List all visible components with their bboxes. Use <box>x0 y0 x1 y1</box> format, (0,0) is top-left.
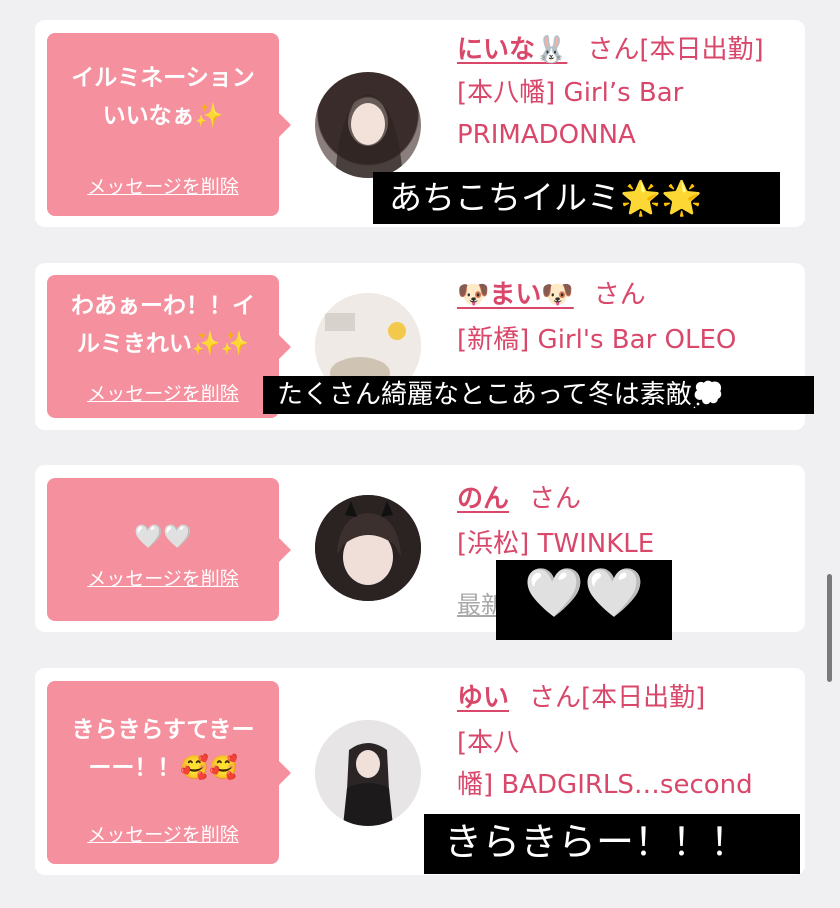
bubble-text-line: きらきらすてきー <box>71 717 255 743</box>
cast-info: 🐶まい🐶 さん [新橋] Girl's Bar OLEO <box>457 275 736 361</box>
shop-name: [本八 <box>457 728 520 758</box>
cast-name-link[interactable]: ゆい <box>457 683 509 713</box>
bubble-text-line: ルミきれい✨✨ <box>76 331 250 357</box>
delete-message-link[interactable]: メッセージを削除 <box>47 564 279 591</box>
status-text: [本日出勤] <box>581 683 706 713</box>
avatar-photo <box>315 495 421 601</box>
cast-name-link[interactable]: にいな🐰 <box>457 35 567 65</box>
cast-info: ゆい さん[本日出勤] [本八 幡] BADGIRLS…second <box>457 678 753 806</box>
bubble-text-line: ーー！！🥰🥰 <box>88 755 238 781</box>
overlay-caption: 🤍🤍 <box>496 560 672 640</box>
overlay-caption: きらきらー！！！ <box>424 814 800 874</box>
shop-name: PRIMADONNA <box>457 120 636 150</box>
cast-name-link[interactable]: のん <box>457 484 509 514</box>
avatar[interactable] <box>315 72 421 178</box>
honorific: さん <box>593 280 646 310</box>
shop-name: [新橋] Girl's Bar OLEO <box>457 325 737 355</box>
avatar-photo <box>335 94 403 178</box>
delete-message-link[interactable]: メッセージを削除 <box>47 820 279 847</box>
avatar[interactable] <box>315 495 421 601</box>
overlay-caption: たくさん綺麗なとこあって冬は素敵💭 <box>263 376 814 414</box>
message-bubble: 🤍🤍 メッセージを削除 <box>47 478 291 621</box>
shop-name: [浜松] TWINKLE <box>457 529 655 559</box>
honorific: さん <box>529 683 582 713</box>
bubble-text-line: いいなぁ✨ <box>102 103 224 129</box>
delete-message-link[interactable]: メッセージを削除 <box>47 379 279 406</box>
avatar[interactable] <box>315 720 421 826</box>
message-bubble: わあぁーわ！！イ ルミきれい✨✨ メッセージを削除 <box>47 275 291 418</box>
bubble-text-line: イルミネーション <box>71 65 255 91</box>
honorific: さん <box>529 484 582 514</box>
message-bubble: きらきらすてきー ーー！！🥰🥰 メッセージを削除 <box>47 681 291 864</box>
scrollbar[interactable] <box>827 574 832 682</box>
status-text: [本日出勤] <box>639 35 764 65</box>
shop-name: 幡] BADGIRLS…second <box>457 770 753 800</box>
cast-name-link[interactable]: 🐶まい🐶 <box>457 280 574 310</box>
delete-message-link[interactable]: メッセージを削除 <box>47 172 279 199</box>
cast-info: にいな🐰 さん[本日出勤] [本八幡] Girl’s Bar PRIMADONNA <box>457 30 764 156</box>
overlay-caption: あちこちイルミ🌟🌟 <box>373 172 780 224</box>
bubble-text-line: 🤍🤍 <box>134 524 192 550</box>
message-card: 🤍🤍 メッセージを削除 のんさん [浜松] TWINKLE 最新の投稿を見る <box>35 465 805 632</box>
avatar-photo <box>315 720 421 826</box>
bubble-text-line: わあぁーわ！！イ <box>71 293 255 319</box>
honorific: さん <box>587 35 640 65</box>
shop-name: [本八幡] Girl’s Bar <box>457 78 684 108</box>
message-bubble: イルミネーション いいなぁ✨ メッセージを削除 <box>47 33 291 216</box>
cast-info: のん さん [浜松] TWINKLE <box>457 479 654 565</box>
